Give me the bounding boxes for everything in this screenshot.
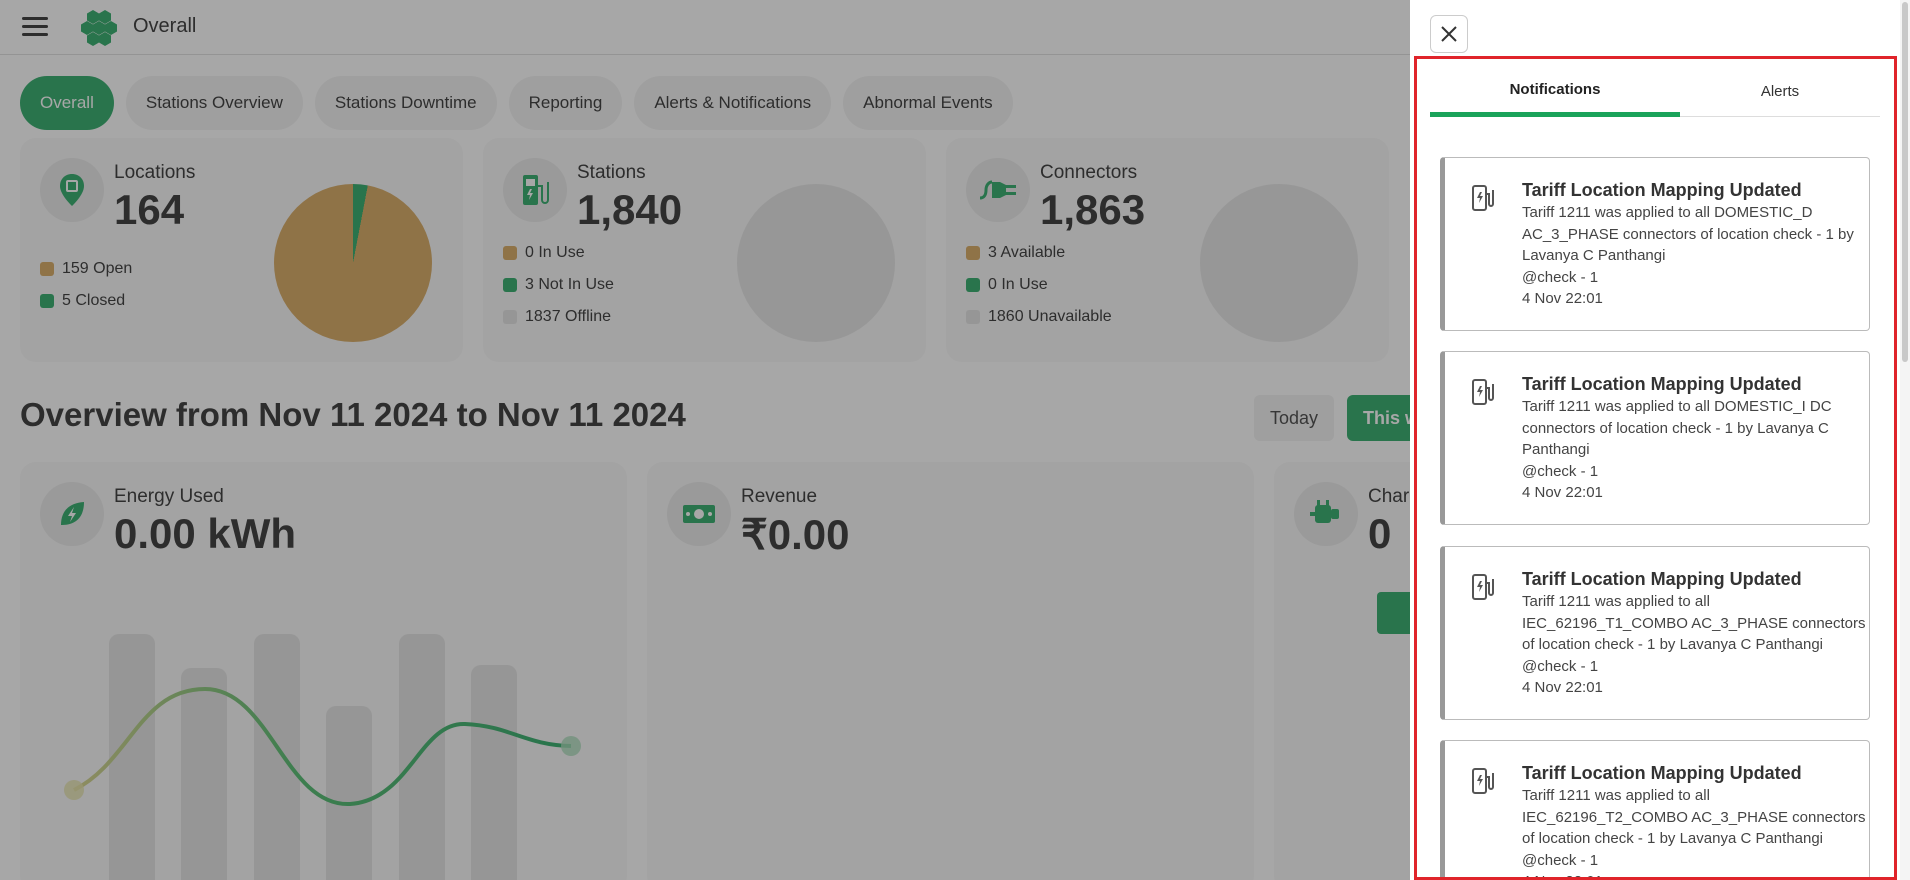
modal-backdrop[interactable] <box>0 0 1410 880</box>
scrollbar-thumb[interactable] <box>1902 2 1908 362</box>
highlight-box <box>1414 56 1897 880</box>
close-button[interactable] <box>1430 15 1468 53</box>
close-icon <box>1441 26 1457 42</box>
notifications-drawer: Notifications Alerts Tariff Location Map… <box>1410 0 1910 880</box>
scrollbar[interactable] <box>1900 0 1910 880</box>
